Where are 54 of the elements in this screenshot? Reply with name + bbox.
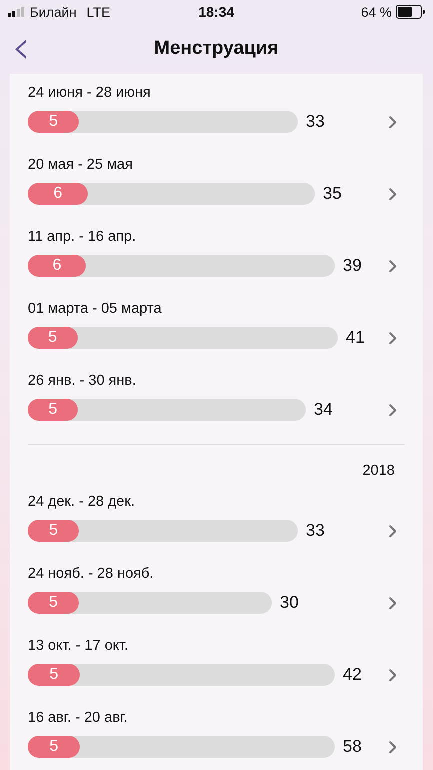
period-row[interactable]: 01 марта - 05 марта 5 41 [10, 294, 423, 366]
cycle-length: 42 [343, 665, 362, 685]
date-range: 20 мая - 25 мая [28, 156, 134, 175]
chevron-right-icon [389, 524, 397, 538]
period-bar: 5 [28, 520, 80, 542]
signal-icon [8, 7, 26, 17]
battery-percent: 64 % [361, 4, 392, 20]
chevron-right-icon [389, 332, 397, 344]
chevron-right-icon [389, 260, 397, 272]
chevron-right-icon [389, 668, 397, 682]
screen-title: Менструация [154, 38, 279, 60]
chevron-right-icon [389, 188, 397, 200]
period-row[interactable]: 11 апр. - 16 апр. 6 39 [10, 222, 423, 294]
date-range: 13 окт. - 17 окт. [28, 637, 130, 656]
period-bar: 5 [28, 327, 78, 349]
period-row[interactable]: 16 авг. - 20 авг. 5 58 [10, 703, 423, 770]
date-range: 11 апр. - 16 апр. [28, 228, 138, 247]
cycle-length: 30 [280, 593, 299, 613]
cycle-length: 39 [343, 256, 362, 276]
chevron-right-icon [389, 404, 397, 416]
period-row[interactable]: 13 окт. - 17 окт. 5 42 [10, 631, 423, 703]
date-range: 26 янв. - 30 янв. [28, 372, 138, 391]
period-row[interactable]: 24 дек. - 28 дек. 5 33 [10, 487, 423, 559]
clock: 18:34 [198, 4, 234, 20]
cycle-length: 58 [343, 737, 362, 757]
period-row[interactable]: 26 янв. - 30 янв. 5 34 [10, 366, 423, 438]
date-range: 24 дек. - 28 дек. [28, 493, 136, 512]
period-bar: 5 [28, 736, 80, 758]
date-range: 24 нояб. - 28 нояб. [28, 565, 155, 584]
period-bar: 5 [28, 664, 80, 686]
chevron-right-icon [389, 116, 397, 128]
period-bar: 6 [28, 183, 88, 205]
period-row[interactable]: 24 нояб. - 28 нояб. 5 30 [10, 559, 423, 631]
period-row[interactable]: 20 мая - 25 мая 6 35 [10, 150, 423, 222]
year-label: 2018 [362, 463, 395, 479]
carrier-name: Билайн [30, 4, 77, 20]
back-button[interactable]: ‹ [8, 27, 34, 67]
period-row[interactable]: 24 июня - 28 июня 5 33 [10, 78, 423, 150]
cycle-length: 41 [346, 328, 365, 348]
date-range: 01 марта - 05 марта [28, 300, 163, 319]
period-bar: 5 [28, 399, 78, 421]
cycle-length: 35 [323, 184, 342, 204]
period-bar: 5 [28, 592, 80, 614]
chevron-right-icon [389, 596, 397, 610]
cycle-length: 33 [306, 521, 325, 541]
period-bar: 5 [28, 111, 80, 133]
cycle-length: 33 [306, 112, 325, 132]
chevron-right-icon [389, 740, 397, 754]
date-range: 24 июня - 28 июня [28, 84, 152, 103]
date-range: 16 авг. - 20 авг. [28, 709, 129, 728]
battery-icon [396, 5, 425, 19]
cycle-length: 34 [314, 400, 333, 420]
network-type: LTE [86, 4, 111, 20]
period-bar: 6 [28, 255, 86, 277]
